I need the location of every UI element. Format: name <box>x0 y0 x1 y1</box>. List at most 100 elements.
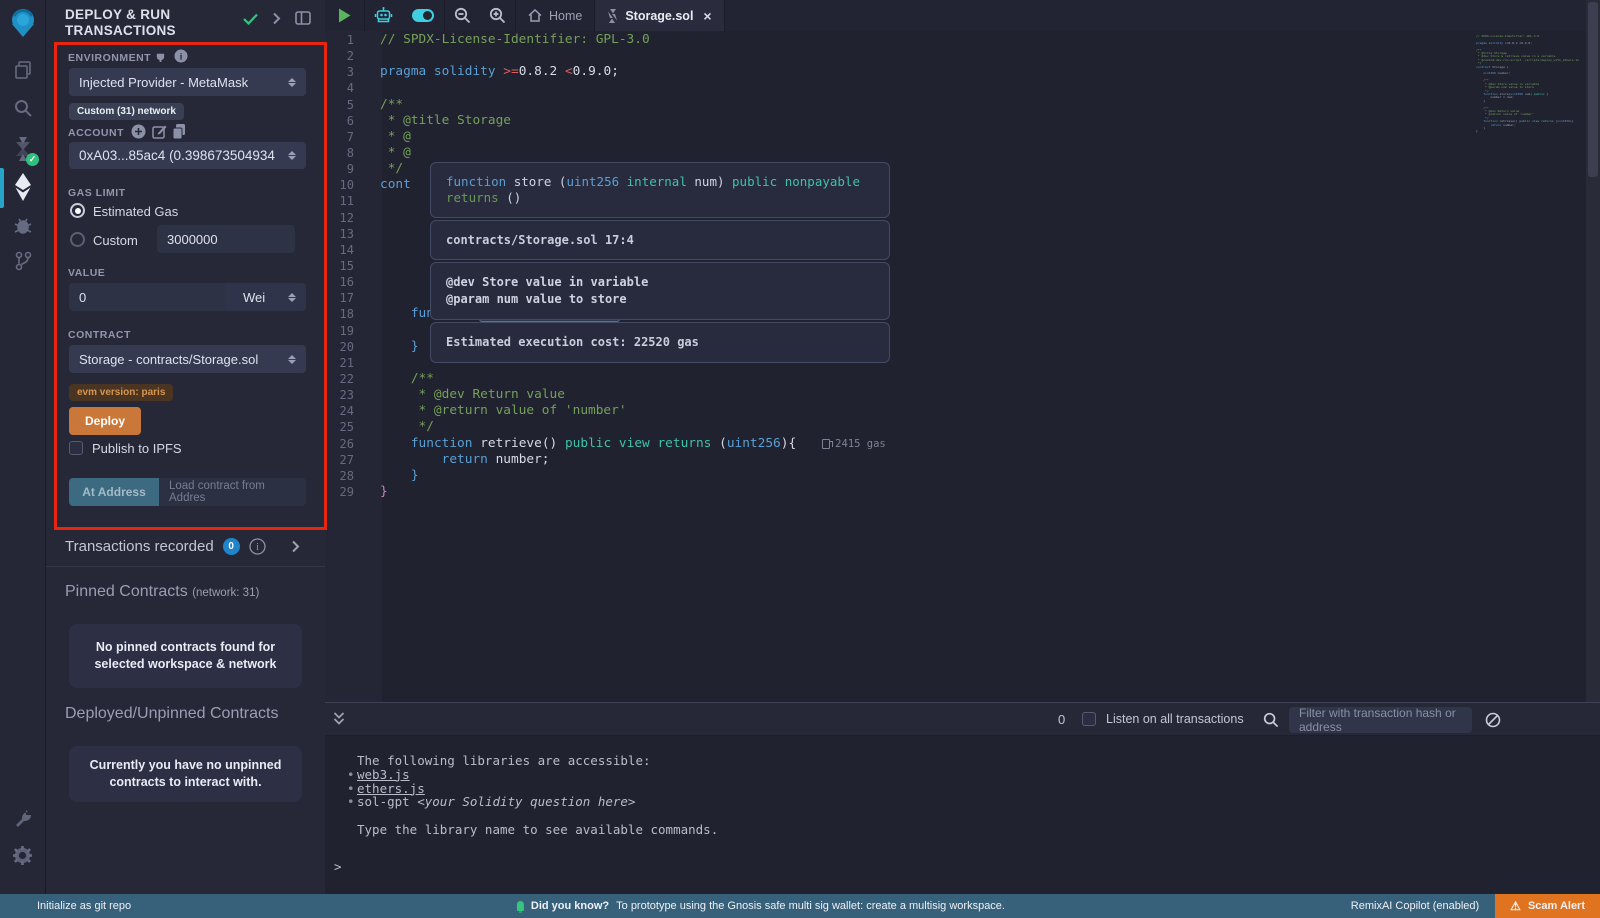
code-line: 2 <box>325 48 1600 64</box>
deploy-run-icon[interactable] <box>0 172 45 202</box>
code-line: 1// SPDX-License-Identifier: GPL-3.0 <box>325 32 1600 48</box>
terminal: 0 Listen on all transactions Filter with… <box>325 702 1600 894</box>
value-input[interactable]: 0 <box>69 283 225 311</box>
terminal-search-icon[interactable] <box>1263 712 1279 728</box>
terminal-link[interactable]: web3.js <box>357 768 410 782</box>
at-address-input[interactable]: Load contract from Addres <box>159 478 306 506</box>
code-line: 27 return number; <box>325 452 1600 468</box>
deployed-empty-message: Currently you have no unpinned contracts… <box>69 746 302 802</box>
code-line: 28 } <box>325 468 1600 484</box>
select-arrows-icon <box>288 151 296 160</box>
contract-label: CONTRACT <box>68 329 131 341</box>
line-number: 17 <box>325 290 368 306</box>
environment-info-icon[interactable]: i <box>174 49 188 63</box>
code-line: 5/** <box>325 97 1600 113</box>
estimated-gas-radio[interactable] <box>70 203 85 218</box>
git-icon[interactable] <box>0 250 45 272</box>
tooltip-docs: @dev Store value in variable@param num v… <box>430 262 890 320</box>
plugin-manager-icon[interactable] <box>0 808 45 828</box>
transactions-recorded-label: Transactions recorded <box>65 538 214 555</box>
run-script-icon[interactable] <box>325 8 364 23</box>
git-init-button[interactable]: Initialize as git repo <box>37 900 131 912</box>
active-plugin-indicator <box>0 168 4 208</box>
line-number: 21 <box>325 355 368 371</box>
panel-expand-chevron-icon[interactable] <box>272 12 281 25</box>
copy-account-icon[interactable] <box>172 124 186 139</box>
account-select[interactable]: 0xA03...85ac4 (0.398673504934 <box>69 142 306 169</box>
panel-check-icon <box>243 13 258 25</box>
terminal-link[interactable]: ethers.js <box>357 782 425 796</box>
debugger-icon[interactable] <box>0 215 45 235</box>
tab-storage-sol[interactable]: Storage.sol × <box>595 0 724 31</box>
clear-console-icon[interactable] <box>1485 712 1501 728</box>
terminal-prompt[interactable]: > <box>334 860 342 874</box>
publish-ipfs-label: Publish to IPFS <box>92 441 182 456</box>
file-explorer-icon[interactable] <box>0 60 45 80</box>
line-number: 3 <box>325 64 368 80</box>
search-icon[interactable] <box>0 98 45 118</box>
value-unit-select[interactable]: Wei <box>225 283 306 311</box>
contract-select[interactable]: Storage - contracts/Storage.sol <box>69 345 306 373</box>
section-divider <box>46 566 325 567</box>
line-number: 13 <box>325 226 368 242</box>
environment-label: ENVIRONMENT <box>68 52 151 64</box>
did-you-know-tip: Did you know? To prototype using the Gno… <box>517 900 1005 912</box>
settings-gear-icon[interactable] <box>0 846 45 865</box>
scrollbar-thumb[interactable] <box>1588 2 1598 177</box>
listen-transactions-checkbox[interactable] <box>1082 712 1096 726</box>
deployed-contracts-title: Deployed/Unpinned Contracts <box>65 705 278 723</box>
terminal-tx-count: 0 <box>1058 712 1065 727</box>
code-line: 22 /** <box>325 371 1600 387</box>
zoom-out-icon[interactable] <box>445 7 480 24</box>
scam-alert-button[interactable]: ⚠ Scam Alert <box>1495 894 1600 918</box>
collapse-terminal-icon[interactable] <box>333 711 345 727</box>
sign-message-icon[interactable] <box>152 124 167 139</box>
terminal-filter-input[interactable]: Filter with transaction hash or address <box>1289 707 1472 733</box>
line-number: 7 <box>325 129 368 145</box>
line-number: 2 <box>325 48 368 64</box>
custom-gas-input[interactable]: 3000000 <box>157 225 295 253</box>
publish-ipfs-checkbox[interactable] <box>69 441 83 455</box>
add-account-icon[interactable] <box>131 124 146 139</box>
transactions-expand-chevron-icon[interactable] <box>291 540 300 553</box>
close-tab-icon[interactable]: × <box>703 8 711 24</box>
terminal-output[interactable]: The following libraries are accessible:•… <box>325 736 1600 894</box>
at-address-button[interactable]: At Address <box>69 478 159 506</box>
terminal-line: •ethers.js <box>325 782 1600 796</box>
code-line: 3pragma solidity >=0.8.2 <0.9.0; <box>325 64 1600 80</box>
terminal-line: Type the library name to see available c… <box>325 823 1600 837</box>
transactions-info-icon[interactable]: i <box>249 538 266 555</box>
value-label: VALUE <box>68 267 105 279</box>
line-number: 29 <box>325 484 368 500</box>
svg-text:i: i <box>256 542 259 553</box>
deploy-button[interactable]: Deploy <box>69 407 141 435</box>
lightbulb-icon <box>517 901 524 911</box>
code-line: 24 * @return value of 'number' <box>325 403 1600 419</box>
custom-gas-radio[interactable] <box>70 232 85 247</box>
minimap[interactable]: // SPDX-License-Identifier: GPL-3.0 prag… <box>1476 35 1584 134</box>
line-number: 24 <box>325 403 368 419</box>
solidity-compiler-icon[interactable]: ✓ <box>0 136 45 162</box>
zoom-in-icon[interactable] <box>480 7 515 24</box>
tip-text: To prototype using the Gnosis safe multi… <box>616 900 1005 912</box>
pin-panel-icon[interactable] <box>295 11 311 25</box>
editor-toolbar: Home Storage.sol × <box>325 0 1600 31</box>
code-editor[interactable]: 1// SPDX-License-Identifier: GPL-3.023pr… <box>325 31 1600 702</box>
remix-logo-icon[interactable] <box>0 7 45 41</box>
pinned-contracts-title: Pinned Contracts (network: 31) <box>65 583 259 601</box>
editor-area: Home Storage.sol × 1// SPDX-License-Iden… <box>325 0 1600 702</box>
terminal-line: •web3.js <box>325 768 1600 782</box>
line-number: 14 <box>325 242 368 258</box>
environment-select[interactable]: Injected Provider - MetaMask <box>69 68 306 96</box>
remixai-copilot-icon[interactable] <box>365 6 402 25</box>
code-line: 4 <box>325 80 1600 96</box>
plug-small-icon[interactable] <box>155 50 166 62</box>
copilot-status[interactable]: RemixAI Copilot (enabled) <box>1351 900 1479 912</box>
tab-home[interactable]: Home <box>516 0 595 31</box>
copilot-toggle-icon[interactable] <box>402 8 444 23</box>
line-number: 28 <box>325 468 368 484</box>
editor-scrollbar[interactable] <box>1586 0 1600 702</box>
transactions-recorded-row[interactable]: Transactions recorded 0 i <box>65 538 300 555</box>
account-label: ACCOUNT <box>68 127 124 139</box>
line-number: 8 <box>325 145 368 161</box>
